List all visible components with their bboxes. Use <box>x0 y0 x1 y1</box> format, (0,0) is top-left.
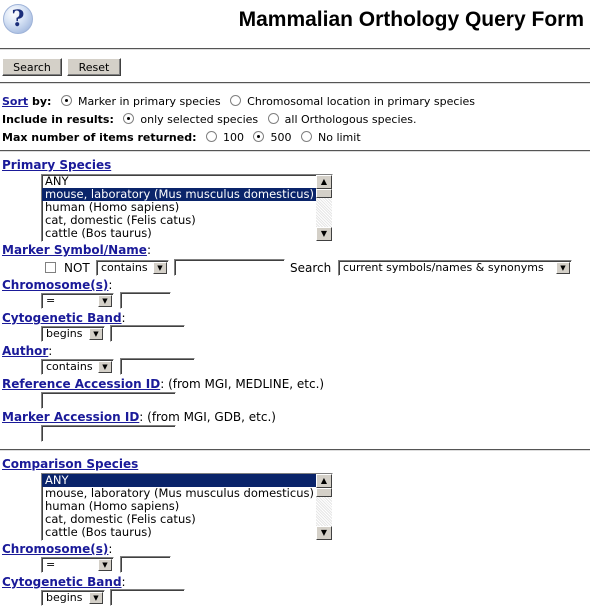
author-link[interactable]: Author <box>2 344 48 358</box>
chromosome-link[interactable]: Chromosome(s) <box>2 278 108 292</box>
chevron-down-icon: ▼ <box>89 328 103 340</box>
scroll-up-icon[interactable]: ▲ <box>316 474 332 488</box>
comparison-chromosome-link[interactable]: Chromosome(s) <box>2 542 108 556</box>
comparison-cytogenetic-band-link[interactable]: Cytogenetic Band <box>2 575 122 589</box>
colon: : <box>121 575 126 589</box>
chevron-down-icon: ▼ <box>98 559 112 571</box>
marker-symbol-link[interactable]: Marker Symbol/Name <box>2 243 147 257</box>
max-items-label: Max number of items returned: <box>2 131 197 144</box>
marker-accession-note: : (from MGI, GDB, etc.) <box>139 410 276 424</box>
search-button[interactable]: Search <box>2 58 62 76</box>
sort-options: Sort by: Marker in primary species Chrom… <box>2 95 475 108</box>
search-scope-select[interactable]: current symbols/names & synonyms ▼ <box>338 260 572 276</box>
marker-accession-link[interactable]: Marker Accession ID <box>2 410 139 424</box>
chromosome-operator-select[interactable]: = ▼ <box>41 293 114 309</box>
comparison-cyto-band-operator-select[interactable]: begins ▼ <box>41 590 105 606</box>
scroll-thumb[interactable] <box>316 189 332 198</box>
scroll-up-icon[interactable]: ▲ <box>316 175 332 189</box>
selected-value: = <box>46 558 56 571</box>
species-option[interactable]: cattle (Bos taurus) <box>42 526 317 539</box>
reference-accession-note: : (from MGI, MEDLINE, etc.) <box>160 377 325 391</box>
max-nolimit-radio[interactable] <box>300 131 312 142</box>
chevron-down-icon: ▼ <box>153 262 167 274</box>
scroll-down-icon[interactable]: ▼ <box>316 227 332 241</box>
sort-chromosomal-radio[interactable] <box>230 95 242 106</box>
scrollbar[interactable]: ▲ ▼ <box>316 474 332 540</box>
max-500-radio[interactable] <box>253 131 265 142</box>
colon: : <box>146 243 151 257</box>
comparison-chromosome-operator-select[interactable]: = ▼ <box>41 557 114 573</box>
selected-value: contains <box>101 261 148 274</box>
max-500-label: 500 <box>270 131 292 144</box>
sort-marker-radio[interactable] <box>60 95 72 106</box>
chevron-down-icon: ▼ <box>98 361 112 373</box>
chromosome-input[interactable] <box>120 292 171 309</box>
marker-accession-input[interactable] <box>41 425 176 442</box>
max-nolimit-label: No limit <box>317 131 361 144</box>
species-option[interactable]: cattle (Bos taurus) <box>42 227 317 240</box>
include-label: Include in results: <box>2 113 114 126</box>
colon: : <box>48 344 53 358</box>
colon: : <box>108 278 113 292</box>
include-selected-radio[interactable] <box>123 113 135 124</box>
max-100-radio[interactable] <box>205 131 217 142</box>
author-operator-select[interactable]: contains ▼ <box>41 359 114 375</box>
chevron-down-icon: ▼ <box>89 592 103 604</box>
scrollbar[interactable]: ▲ ▼ <box>316 175 332 241</box>
comparison-cyto-band-input[interactable] <box>110 589 185 606</box>
comparison-chromosome-input[interactable] <box>120 556 171 573</box>
primary-species-link[interactable]: Primary Species <box>2 158 111 172</box>
reset-button[interactable]: Reset <box>67 58 121 76</box>
sort-marker-label: Marker in primary species <box>77 95 221 108</box>
sort-chromosomal-label: Chromosomal location in primary species <box>247 95 476 108</box>
sort-help-link[interactable]: Sort <box>2 95 28 108</box>
selected-value: begins <box>46 327 83 340</box>
divider <box>0 150 590 152</box>
selected-value: current symbols/names & synonyms <box>343 261 544 274</box>
primary-species-listbox[interactable]: ANY mouse, laboratory (Mus musculus dome… <box>41 174 333 242</box>
selected-value: = <box>46 294 56 307</box>
include-options: Include in results: only selected specie… <box>2 113 417 126</box>
divider <box>0 82 590 84</box>
include-all-label: all Orthologous species. <box>284 113 417 126</box>
marker-symbol-input[interactable] <box>174 259 285 276</box>
selected-value: begins <box>46 591 83 604</box>
scroll-down-icon[interactable]: ▼ <box>316 526 332 540</box>
max-100-label: 100 <box>222 131 244 144</box>
colon: : <box>108 542 113 556</box>
not-label: NOT <box>64 261 90 275</box>
max-items-options: Max number of items returned: 100 500 No… <box>2 131 361 144</box>
selected-value: contains <box>46 360 93 373</box>
reference-accession-link[interactable]: Reference Accession ID <box>2 377 160 391</box>
chevron-down-icon: ▼ <box>556 262 570 274</box>
reference-accession-input[interactable] <box>41 392 176 409</box>
not-checkbox[interactable] <box>45 262 56 273</box>
author-input[interactable] <box>120 358 195 375</box>
include-selected-label: only selected species <box>140 113 259 126</box>
divider <box>0 449 590 451</box>
cytogenetic-band-link[interactable]: Cytogenetic Band <box>2 311 122 325</box>
cyto-band-input[interactable] <box>110 325 185 342</box>
sort-label: by: <box>28 95 52 108</box>
cyto-band-operator-select[interactable]: begins ▼ <box>41 326 105 342</box>
include-all-radio[interactable] <box>267 113 279 124</box>
search-scope-label: Search <box>290 261 332 275</box>
colon: : <box>121 311 126 325</box>
chevron-down-icon: ▼ <box>98 295 112 307</box>
help-icon[interactable]: ? <box>3 4 33 34</box>
page-title: Mammalian Orthology Query Form <box>238 8 584 31</box>
comparison-species-link[interactable]: Comparison Species <box>2 457 138 471</box>
divider <box>0 48 590 50</box>
marker-operator-select[interactable]: contains ▼ <box>96 260 169 276</box>
comparison-species-listbox[interactable]: ANY mouse, laboratory (Mus musculus dome… <box>41 473 333 541</box>
scroll-thumb[interactable] <box>316 488 332 497</box>
